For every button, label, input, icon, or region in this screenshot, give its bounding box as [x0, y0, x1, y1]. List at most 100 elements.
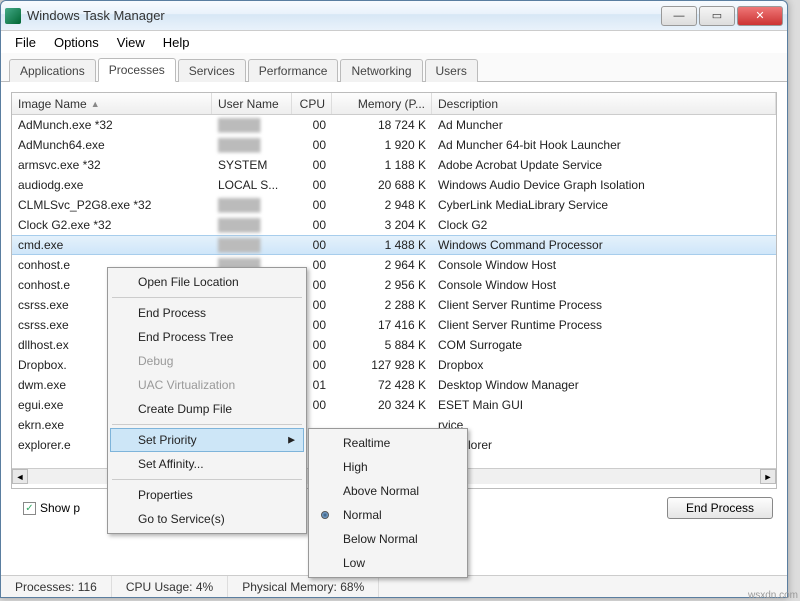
ctx-set-affinity[interactable]: Set Affinity...	[110, 452, 304, 476]
maximize-button[interactable]: ▭	[699, 6, 735, 26]
ctx-create-dump[interactable]: Create Dump File	[110, 397, 304, 421]
submenu-arrow-icon: ▶	[288, 435, 295, 446]
cell-description: Console Window Host	[432, 258, 776, 272]
priority-above-normal[interactable]: Above Normal	[311, 479, 465, 503]
priority-below-normal[interactable]: Below Normal	[311, 527, 465, 551]
status-memory: Physical Memory: 68%	[228, 576, 379, 597]
cell-image-name: armsvc.exe *32	[12, 158, 212, 172]
table-row[interactable]: CLMLSvc_P2G8.exe *32█████002 948 KCyberL…	[12, 195, 776, 215]
cell-user-name: █████	[212, 138, 292, 152]
cell-cpu: 00	[292, 178, 332, 192]
cell-description: Desktop Window Manager	[432, 378, 776, 392]
tab-users[interactable]: Users	[425, 59, 478, 82]
cell-memory: 17 416 K	[332, 318, 432, 332]
show-all-checkbox[interactable]	[23, 502, 36, 515]
cell-description: Client Server Runtime Process	[432, 298, 776, 312]
cell-memory: 3 204 K	[332, 218, 432, 232]
menu-view[interactable]: View	[109, 33, 153, 52]
cell-description: Dropbox	[432, 358, 776, 372]
col-description[interactable]: Description	[432, 93, 776, 114]
column-headers: Image Name▲ User Name CPU Memory (P... D…	[12, 93, 776, 115]
priority-normal[interactable]: Normal	[311, 503, 465, 527]
tab-networking[interactable]: Networking	[340, 59, 422, 82]
ctx-set-priority[interactable]: Set Priority▶	[110, 428, 304, 452]
close-button[interactable]: ✕	[737, 6, 783, 26]
priority-realtime[interactable]: Realtime	[311, 431, 465, 455]
col-cpu[interactable]: CPU	[292, 93, 332, 114]
cell-user-name: LOCAL S...	[212, 178, 292, 192]
radio-selected-icon	[321, 511, 329, 519]
titlebar[interactable]: Windows Task Manager — ▭ ✕	[1, 1, 787, 31]
menubar: File Options View Help	[1, 31, 787, 53]
cell-description: Client Server Runtime Process	[432, 318, 776, 332]
table-row[interactable]: audiodg.exeLOCAL S...0020 688 KWindows A…	[12, 175, 776, 195]
table-row[interactable]: cmd.exe█████001 488 KWindows Command Pro…	[12, 235, 776, 255]
table-row[interactable]: AdMunch64.exe█████001 920 KAd Muncher 64…	[12, 135, 776, 155]
minimize-button[interactable]: —	[661, 6, 697, 26]
status-cpu: CPU Usage: 4%	[112, 576, 228, 597]
priority-low[interactable]: Low	[311, 551, 465, 575]
ctx-end-process-tree[interactable]: End Process Tree	[110, 325, 304, 349]
menu-help[interactable]: Help	[155, 33, 198, 52]
cell-image-name: AdMunch.exe *32	[12, 118, 212, 132]
cell-description: COM Surrogate	[432, 338, 776, 352]
cell-memory: 1 188 K	[332, 158, 432, 172]
cell-cpu: 00	[292, 198, 332, 212]
tab-performance[interactable]: Performance	[248, 59, 339, 82]
ctx-separator	[112, 479, 302, 480]
status-bar: Processes: 116 CPU Usage: 4% Physical Me…	[1, 575, 787, 597]
cell-description: Windows Command Processor	[432, 238, 776, 252]
app-icon	[5, 8, 21, 24]
cell-memory: 2 288 K	[332, 298, 432, 312]
cell-description: Ad Muncher 64-bit Hook Launcher	[432, 138, 776, 152]
scroll-left-icon[interactable]: ◄	[12, 469, 28, 484]
cell-memory: 2 964 K	[332, 258, 432, 272]
cell-cpu: 00	[292, 218, 332, 232]
ctx-go-to-services[interactable]: Go to Service(s)	[110, 507, 304, 531]
cell-description: Ad Muncher	[432, 118, 776, 132]
cell-memory: 1 488 K	[332, 238, 432, 252]
ctx-separator	[112, 297, 302, 298]
ctx-properties[interactable]: Properties	[110, 483, 304, 507]
cell-memory: 2 956 K	[332, 278, 432, 292]
menu-options[interactable]: Options	[46, 33, 107, 52]
tab-applications[interactable]: Applications	[9, 59, 96, 82]
cell-description: Console Window Host	[432, 278, 776, 292]
table-row[interactable]: AdMunch.exe *32█████0018 724 KAd Muncher	[12, 115, 776, 135]
cell-memory: 1 920 K	[332, 138, 432, 152]
cell-user-name: █████	[212, 198, 292, 212]
cell-description: ESET Main GUI	[432, 398, 776, 412]
cell-memory: 18 724 K	[332, 118, 432, 132]
watermark: wsxdn.com	[748, 590, 798, 601]
col-memory[interactable]: Memory (P...	[332, 93, 432, 114]
ctx-end-process[interactable]: End Process	[110, 301, 304, 325]
tab-services[interactable]: Services	[178, 59, 246, 82]
cell-memory: 20 688 K	[332, 178, 432, 192]
table-row[interactable]: Clock G2.exe *32█████003 204 KClock G2	[12, 215, 776, 235]
ctx-open-file-location[interactable]: Open File Location	[110, 270, 304, 294]
table-row[interactable]: armsvc.exe *32SYSTEM001 188 KAdobe Acrob…	[12, 155, 776, 175]
tab-row: Applications Processes Services Performa…	[1, 53, 787, 82]
ctx-uac: UAC Virtualization	[110, 373, 304, 397]
sort-indicator-icon: ▲	[91, 99, 100, 109]
tab-processes[interactable]: Processes	[98, 58, 176, 82]
window-controls: — ▭ ✕	[661, 6, 783, 26]
ctx-separator	[112, 424, 302, 425]
cell-memory: 5 884 K	[332, 338, 432, 352]
end-process-button[interactable]: End Process	[667, 497, 773, 519]
cell-memory: 72 428 K	[332, 378, 432, 392]
priority-high[interactable]: High	[311, 455, 465, 479]
menu-file[interactable]: File	[7, 33, 44, 52]
cell-description: Windows Audio Device Graph Isolation	[432, 178, 776, 192]
cell-cpu: 00	[292, 118, 332, 132]
cell-cpu: 00	[292, 158, 332, 172]
cell-image-name: cmd.exe	[12, 238, 212, 252]
cell-memory: 127 928 K	[332, 358, 432, 372]
col-image-name[interactable]: Image Name▲	[12, 93, 212, 114]
scroll-right-icon[interactable]: ►	[760, 469, 776, 484]
cell-memory: 20 324 K	[332, 398, 432, 412]
col-user-name[interactable]: User Name	[212, 93, 292, 114]
cell-cpu: 00	[292, 138, 332, 152]
cell-image-name: AdMunch64.exe	[12, 138, 212, 152]
cell-cpu: 00	[292, 238, 332, 252]
